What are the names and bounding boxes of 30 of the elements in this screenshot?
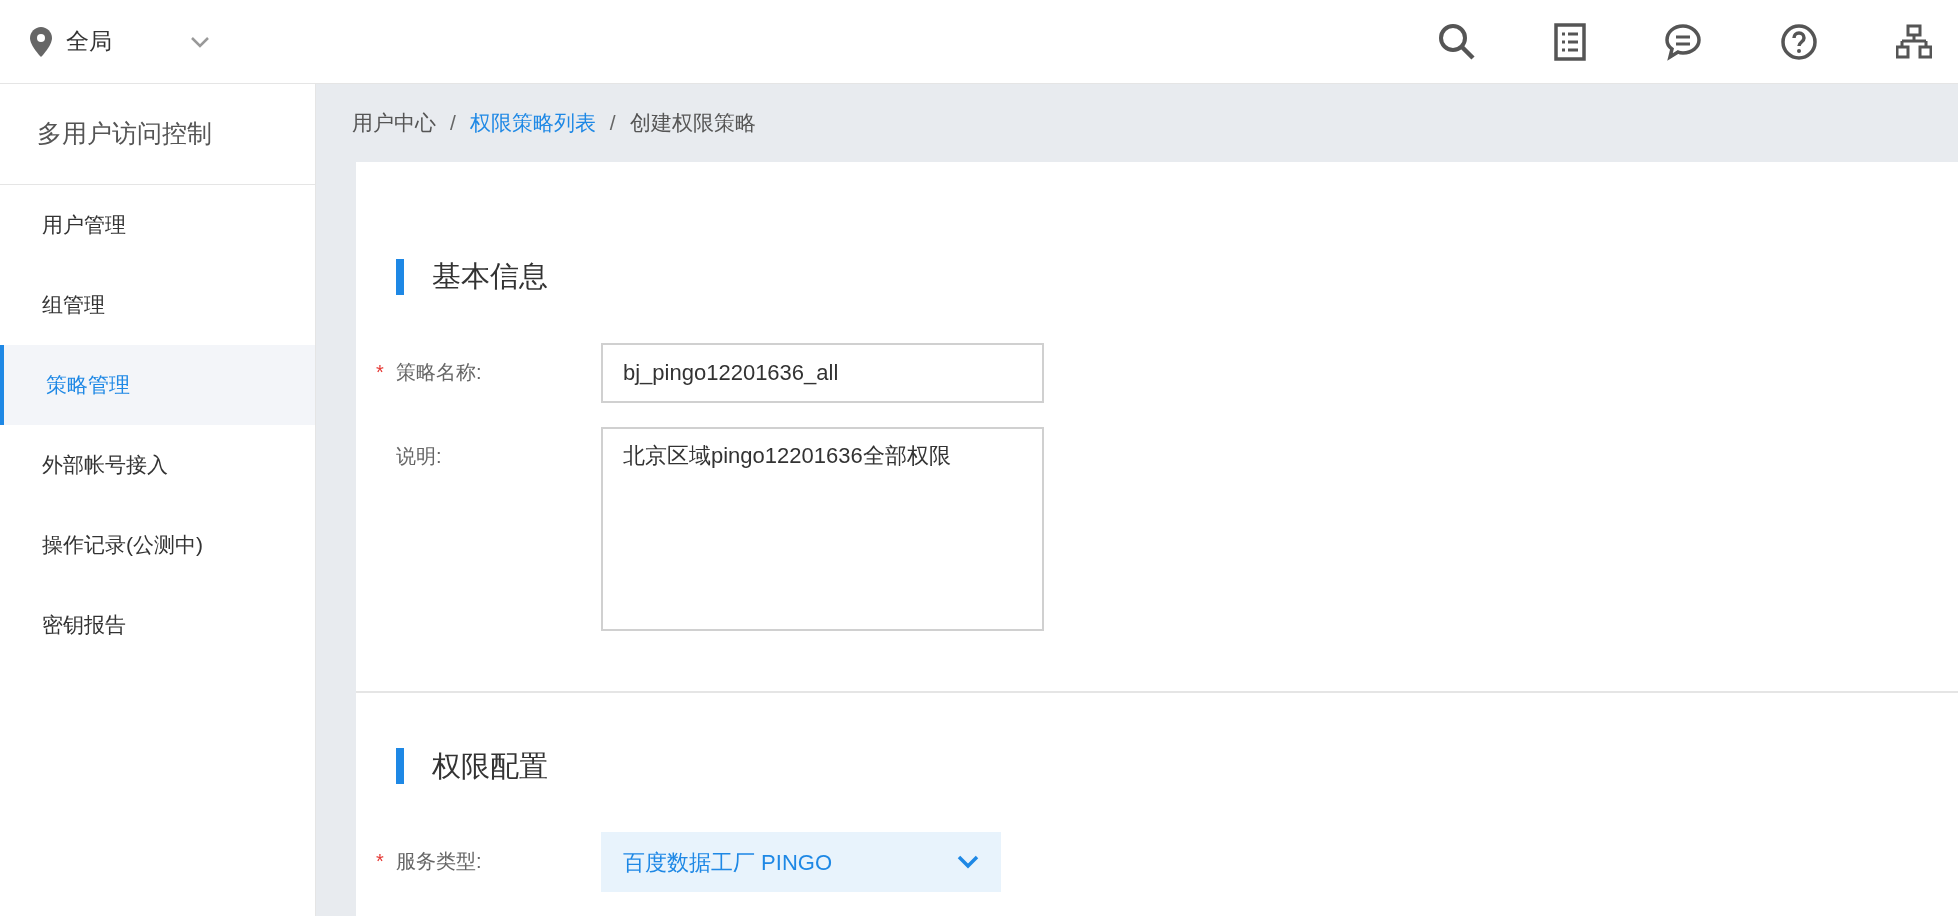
section-title: 基本信息 <box>432 259 548 294</box>
section-title: 权限配置 <box>432 748 548 784</box>
sidebar-item[interactable]: 组管理 <box>0 265 315 345</box>
region-label[interactable]: 全局 <box>66 24 112 59</box>
breadcrumb-item: 创建权限策略 <box>629 110 756 137</box>
breadcrumb-separator: / <box>450 110 456 137</box>
field-label: 服务类型: <box>396 849 482 874</box>
textarea-field[interactable]: 北京区域pingo12201636全部权限 <box>601 426 1044 631</box>
breadcrumb-separator: / <box>609 110 616 137</box>
sidebar-item[interactable]: 用户管理 <box>0 185 315 265</box>
search-icon[interactable] <box>1438 22 1476 61</box>
list-document-icon[interactable] <box>1554 22 1586 61</box>
chat-bubble-icon[interactable] <box>1664 22 1702 61</box>
sidebar-title: 多用户访问控制 <box>37 118 212 150</box>
section-marker <box>396 748 404 785</box>
sidebar-item[interactable]: 外部帐号接入 <box>0 425 315 505</box>
sidebar-item[interactable]: 密钥报告 <box>0 585 315 665</box>
chevron-down-icon[interactable] <box>190 35 210 48</box>
hierarchy-icon[interactable] <box>1896 23 1932 60</box>
location-pin-icon <box>30 26 52 57</box>
help-icon[interactable] <box>1780 22 1818 61</box>
field-label: 说明: <box>396 443 442 469</box>
required-asterisk: * <box>376 359 385 385</box>
required-asterisk: * <box>376 849 385 874</box>
field-label: 策略名称: <box>396 359 482 385</box>
section-marker <box>396 258 404 295</box>
chevron-down-icon <box>957 855 979 869</box>
sidebar-item[interactable]: 操作记录(公测中) <box>0 505 315 585</box>
input-field[interactable]: bj_pingo12201636_all <box>601 342 1044 403</box>
breadcrumb-item: 用户中心 <box>352 110 436 137</box>
